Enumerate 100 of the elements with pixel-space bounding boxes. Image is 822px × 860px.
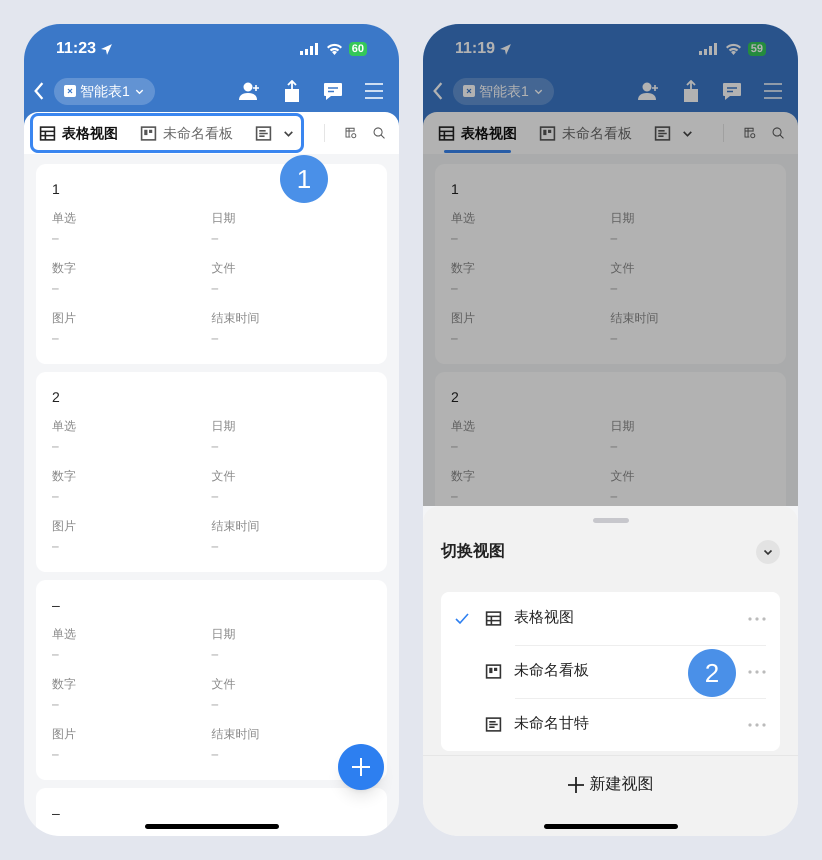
field-label: 日期 — [610, 418, 636, 435]
tab-label: 未命名看板 — [562, 124, 632, 142]
new-view-button[interactable]: 新建视图 — [560, 768, 662, 802]
field-value: – — [610, 330, 618, 347]
field-label: 日期 — [212, 418, 236, 435]
field-label: 文件 — [610, 260, 636, 277]
view-list-item[interactable]: 表格视图 — [455, 592, 766, 645]
tab-label: 表格视图 — [62, 124, 118, 142]
wifi-icon — [326, 43, 343, 55]
field-label: 数字 — [52, 260, 77, 277]
field-label: 数字 — [52, 468, 77, 485]
list-icon — [485, 716, 502, 733]
table-icon — [39, 124, 56, 142]
view-tab[interactable]: 未命名看板 — [539, 116, 632, 150]
field-label: 单选 — [52, 418, 77, 435]
field-value: – — [212, 646, 220, 663]
view-list-item[interactable]: 未命名看板 2 — [455, 645, 766, 698]
table-icon — [438, 124, 455, 142]
step-badge: 2 — [688, 649, 736, 697]
field-label: 数字 — [52, 676, 77, 693]
view-tab[interactable]: 表格视图 — [438, 116, 517, 150]
record-title: – — [52, 596, 60, 615]
plus-icon — [351, 757, 371, 777]
field-label: 结束时间 — [212, 310, 260, 327]
record-card[interactable]: 1 单选 – 日期 – 数字 – 文件 – 图片 – 结束时间 – — [435, 164, 786, 364]
field-value: – — [451, 330, 459, 347]
field-label: 图片 — [52, 310, 77, 327]
field-value: – — [212, 280, 220, 297]
add-user-icon[interactable] — [638, 81, 660, 101]
menu-icon[interactable] — [365, 83, 383, 99]
field-label: 数字 — [451, 260, 476, 277]
record-card[interactable]: – — [36, 788, 387, 836]
field-label: 文件 — [212, 468, 236, 485]
field-value: – — [451, 230, 459, 247]
status-time: 11:19 — [455, 39, 496, 59]
field-value: – — [52, 330, 60, 347]
location-icon — [499, 42, 512, 56]
share-icon[interactable] — [283, 80, 301, 102]
back-icon[interactable] — [32, 82, 46, 100]
comment-icon[interactable] — [323, 82, 343, 100]
field-value: – — [52, 646, 60, 663]
record-title: 1 — [52, 180, 60, 199]
battery-indicator: 59 — [748, 42, 766, 56]
battery-indicator: 60 — [348, 42, 367, 56]
add-user-icon[interactable] — [239, 81, 261, 101]
field-label: 文件 — [212, 260, 236, 277]
field-value: – — [212, 488, 220, 505]
record-card[interactable]: – 单选 – 日期 – 数字 – 文件 – 图片 – 结束时间 – — [36, 580, 387, 780]
check-icon — [455, 612, 469, 624]
field-label: 单选 — [451, 210, 476, 227]
view-name: 表格视图 — [514, 608, 574, 628]
comment-icon[interactable] — [722, 82, 742, 100]
field-label: 结束时间 — [212, 726, 260, 743]
sheet-title: 切换视图 — [441, 541, 505, 562]
list-icon — [654, 124, 671, 142]
wifi-icon — [724, 43, 742, 55]
menu-icon[interactable] — [764, 83, 782, 99]
field-value: – — [52, 696, 60, 713]
field-value: – — [451, 280, 459, 297]
field-value: – — [52, 538, 60, 555]
field-label: 结束时间 — [610, 310, 660, 327]
field-value: – — [610, 488, 618, 505]
field-value: – — [212, 538, 220, 555]
field-label: 图片 — [52, 726, 77, 743]
record-title: – — [52, 804, 60, 823]
tab-label: 表格视图 — [461, 124, 517, 142]
board-icon — [140, 124, 157, 142]
view-list-item[interactable]: 未命名甘特 — [455, 698, 766, 751]
tab-label: 未命名看板 — [163, 124, 233, 142]
plus-icon — [568, 777, 584, 793]
field-label: 图片 — [52, 518, 77, 535]
field-value: – — [212, 696, 220, 713]
field-label: 文件 — [610, 468, 636, 485]
board-icon — [485, 663, 502, 680]
collapse-button[interactable] — [756, 540, 780, 564]
field-value: – — [52, 280, 60, 297]
view-name: 未命名甘特 — [514, 714, 589, 734]
field-value: – — [610, 438, 618, 455]
board-icon — [539, 124, 556, 142]
field-label: 数字 — [451, 468, 476, 485]
field-value: – — [52, 438, 60, 455]
record-title: 2 — [451, 388, 459, 407]
signal-icon — [300, 43, 320, 55]
field-value: – — [212, 330, 220, 347]
share-icon[interactable] — [682, 80, 700, 102]
view-tab[interactable]: 未命名看板 — [140, 116, 233, 150]
view-tab[interactable]: 表格视图 — [39, 116, 118, 150]
record-title: 2 — [52, 388, 60, 407]
field-label: 单选 — [52, 210, 77, 227]
field-label: 图片 — [451, 310, 476, 327]
record-card[interactable]: 2 单选 – 日期 – 数字 – 文件 – 图片 – 结束时间 – — [36, 372, 387, 572]
field-label: 日期 — [212, 210, 236, 227]
table-icon — [485, 610, 502, 627]
record-card[interactable]: 2 单选 – 日期 – 数字 – 文件 – — [435, 372, 786, 506]
field-label: 单选 — [451, 418, 476, 435]
view-name: 未命名看板 — [514, 661, 589, 682]
field-label: 日期 — [212, 626, 236, 643]
field-value: – — [212, 438, 220, 455]
field-value: – — [52, 488, 60, 505]
back-icon[interactable] — [431, 82, 445, 100]
